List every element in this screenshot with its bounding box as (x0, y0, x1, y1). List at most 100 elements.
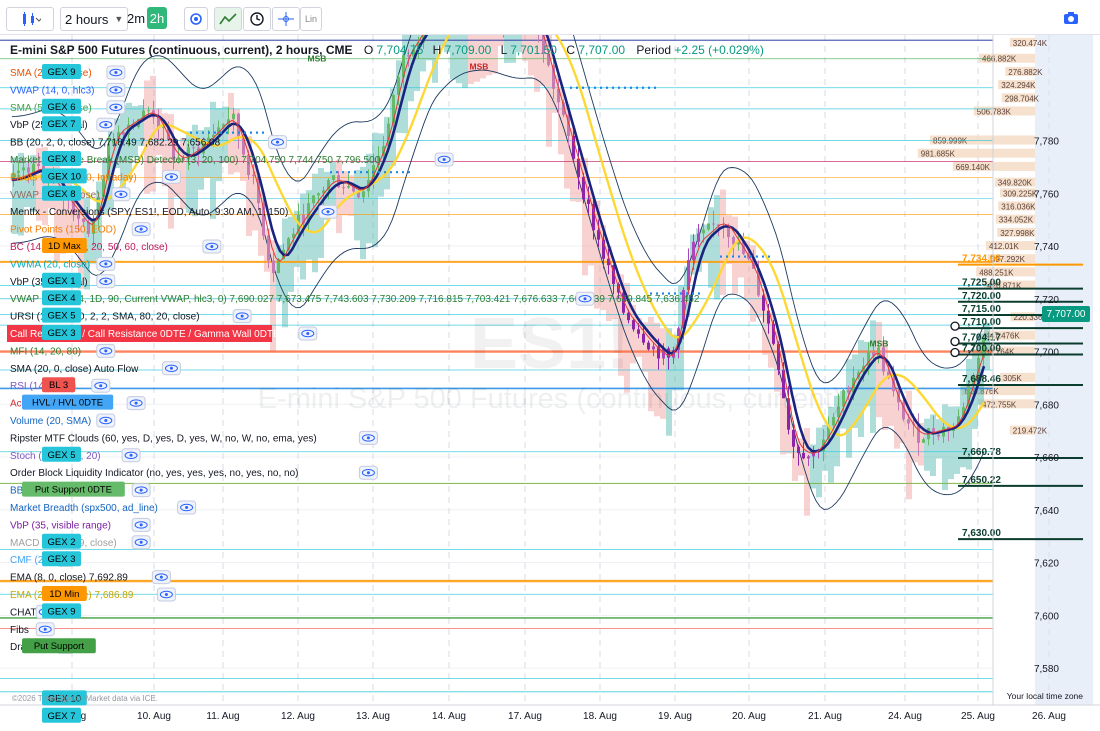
eye-icon[interactable] (35, 622, 55, 637)
indicator-label[interactable]: Fibs (10, 625, 29, 636)
time-tick-label: 13. Aug (356, 711, 390, 722)
eye-icon[interactable] (358, 430, 378, 445)
eye-icon[interactable] (106, 65, 126, 80)
open-value: 7,704.75 (376, 43, 424, 57)
eye-icon[interactable] (126, 396, 146, 411)
eye-icon[interactable] (96, 413, 116, 428)
indicator-label[interactable]: VbP (35, visible range) (10, 520, 111, 531)
price-tick-label: 7,740 (1034, 242, 1059, 253)
timezone-label[interactable]: Your local time zone (1007, 691, 1084, 701)
eye-icon[interactable] (131, 222, 151, 237)
candle-body (877, 347, 880, 356)
volume-profile-label: 276.882K (1008, 68, 1043, 77)
eye-icon[interactable] (96, 343, 116, 358)
candle-body (807, 456, 810, 459)
indicator-label[interactable]: BB (20, 2, 0, close) 7,718.49 7,682.29 7… (10, 138, 221, 149)
candle-body (332, 175, 335, 180)
indicator-label[interactable]: BC (14, 14, 3, 10, 20, 50, 60, close) (10, 242, 168, 253)
settings-button[interactable] (184, 7, 208, 31)
indicator-label[interactable]: EMA (8, 0, close) 7,692.89 (10, 573, 128, 584)
candle-body (147, 110, 150, 112)
indicator-label[interactable]: Order Block Liquidity Indicator (no, yes… (10, 468, 298, 479)
indicator-label[interactable]: SMA (20, 0, close) Auto Flow (10, 364, 139, 375)
interval-2m-button[interactable]: 2m (125, 7, 147, 29)
eye-icon[interactable] (318, 204, 338, 219)
time-tick-label: 12. Aug (281, 711, 315, 722)
eye-icon[interactable] (106, 100, 126, 115)
clock-icon (250, 12, 264, 26)
gex-tag-label: Put Support (34, 641, 85, 652)
lin-scale-button[interactable]: Lin (300, 7, 322, 31)
eye-icon[interactable] (106, 82, 126, 97)
symbol-title: E-mini S&P 500 Futures (continuous, curr… (10, 43, 353, 57)
indicator-label[interactable]: VWAP (14, 0, hlc3) (10, 85, 94, 96)
candle-body (342, 187, 345, 189)
eye-icon[interactable] (121, 448, 141, 463)
indicator-label[interactable]: Ripster MTF Clouds (60, yes, D, yes, D, … (10, 433, 317, 444)
eye-icon[interactable] (96, 117, 116, 132)
eye-icon[interactable] (156, 587, 176, 602)
indicator-label[interactable]: VWMA (20, close) (10, 259, 90, 270)
indicator-label[interactable]: Volume (20, SMA) (10, 416, 91, 427)
close-label: C (566, 43, 575, 57)
cloud-segment (336, 159, 342, 234)
indicator-label[interactable]: URSI (14, 21, 20, 2, 2, SMA, 80, 20, clo… (10, 312, 200, 323)
eye-icon[interactable] (131, 517, 151, 532)
indicators-button[interactable] (214, 7, 242, 31)
eye-icon[interactable] (575, 291, 595, 306)
change-value: +2.25 (+0.029%) (674, 43, 764, 57)
eye-icon[interactable] (298, 326, 318, 341)
gex-tag-label: Put Support 0DTE (35, 485, 112, 496)
open-label: O (363, 43, 374, 57)
msb-label: MSB (870, 338, 889, 348)
eye-icon[interactable] (131, 535, 151, 550)
indicator-label[interactable]: Pivot Points (150, EOD) (10, 225, 116, 236)
price-level-label: 7,734.08 (962, 254, 1001, 265)
volume-profile-label: 219.472K (1013, 427, 1048, 436)
price-level-label: 7,704.17 (962, 333, 1001, 344)
eye-icon-pupil (366, 471, 370, 475)
price-level-label: 7,715.00 (962, 304, 1001, 315)
indicator-label[interactable]: CHAT (10, 607, 36, 618)
eye-icon[interactable] (202, 239, 222, 254)
candle-body (922, 439, 925, 443)
volume-profile-label: 334.052K (999, 216, 1034, 225)
eye-icon[interactable] (96, 256, 116, 271)
eye-icon[interactable] (268, 135, 287, 150)
eye-icon-pupil (43, 627, 47, 631)
indicator-label[interactable]: Mentfx - Conversions (SPY, ES1!, EOD, Au… (10, 207, 288, 218)
price-level-label: 7,630.00 (962, 528, 1001, 539)
interval-2h-button[interactable]: 2h (147, 7, 167, 29)
eye-icon[interactable] (151, 570, 171, 585)
eye-icon[interactable] (111, 187, 131, 202)
drawing-tools-button[interactable] (272, 7, 300, 31)
eye-icon-pupil (442, 158, 446, 161)
eye-icon[interactable] (232, 309, 252, 324)
indicator-label[interactable]: MFI (14, 20, 80) (10, 346, 81, 357)
indicator-label[interactable]: Market Breadth (spx500, ad_line) (10, 503, 158, 514)
indicator-label[interactable]: VWAP (1, 2, 3, 4, 1D, 90, Current VWAP, … (10, 294, 700, 305)
eye-icon[interactable] (161, 361, 181, 376)
price-chart[interactable]: 320.474K 466.882K 276.882K 324.294K 298.704K… (0, 0, 1100, 731)
snapshot-button[interactable] (1061, 7, 1081, 29)
candle-body (642, 333, 645, 343)
eye-icon[interactable] (91, 378, 111, 393)
chevron-down-icon: ▼ (114, 14, 124, 24)
eye-icon[interactable] (358, 465, 378, 480)
candle-body (712, 223, 715, 225)
interval-select[interactable]: 2 hours ▼ (60, 7, 128, 31)
eye-icon[interactable] (177, 500, 197, 515)
candle-body (702, 229, 705, 234)
replay-button[interactable] (243, 7, 271, 31)
chart-type-button[interactable] (6, 7, 54, 31)
volume-profile-label: 349.820K (998, 179, 1033, 188)
eye-icon[interactable] (434, 152, 454, 167)
eye-icon[interactable] (161, 169, 181, 184)
volume-profile-label: 859.999K (933, 137, 968, 146)
eye-icon[interactable] (131, 483, 151, 498)
eye-icon[interactable] (96, 274, 116, 289)
candle-body (907, 419, 910, 424)
candle-body (797, 446, 800, 453)
candle-body (832, 416, 835, 426)
close-value: 7,707.00 (578, 43, 626, 57)
